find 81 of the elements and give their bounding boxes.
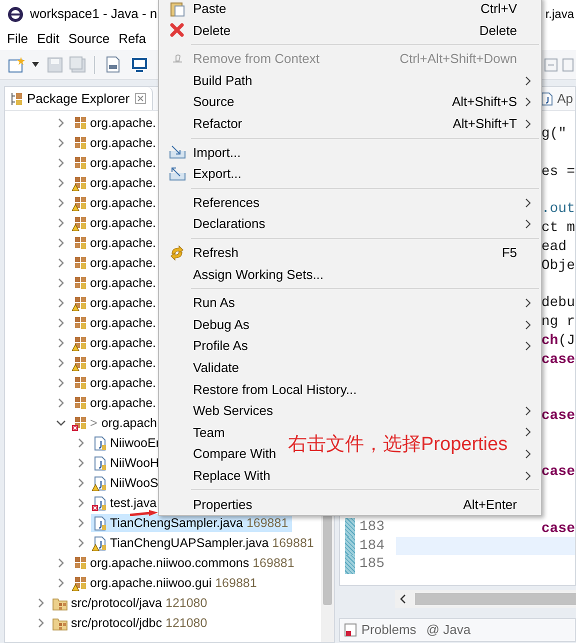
menu-item[interactable]: Refresh bbox=[193, 242, 239, 262]
tree-item[interactable]: org.apache. bbox=[71, 234, 160, 252]
tree-item[interactable]: org.apache. bbox=[71, 314, 160, 332]
tree-item[interactable]: org.apache. bbox=[71, 334, 160, 352]
tree-item[interactable]: org.apache.niiwoo.commons 169881 bbox=[71, 554, 298, 572]
shortcut-text: Alt+Shift+T bbox=[452, 115, 517, 134]
tree-item[interactable]: NiiwooEr bbox=[91, 434, 164, 452]
code-text: ct m bbox=[541, 220, 575, 236]
window-title: workspace1 - Java - n bbox=[30, 5, 158, 24]
tree-item[interactable]: org.apache. bbox=[71, 114, 160, 132]
menu-item[interactable]: Web Services bbox=[193, 401, 273, 421]
tree-item[interactable]: NiiWooH bbox=[91, 454, 164, 472]
shortcut-text: Delete bbox=[479, 22, 517, 40]
menu-item[interactable]: Edit bbox=[36, 29, 60, 49]
tree-item[interactable]: org.apache. bbox=[71, 194, 160, 212]
menu-item[interactable]: References bbox=[193, 192, 260, 212]
panel-tab[interactable]: Problems bbox=[344, 620, 416, 640]
tree-item[interactable]: src/protocol/jdbc 121080 bbox=[51, 614, 212, 632]
tree-item[interactable]: org.apache. bbox=[71, 214, 160, 232]
menu-item[interactable]: Refa bbox=[118, 29, 146, 49]
menu-item[interactable]: Assign Working Sets... bbox=[193, 264, 324, 284]
code-text: .out bbox=[541, 201, 575, 218]
menu-item[interactable]: Export... bbox=[193, 164, 242, 184]
menu-item[interactable]: Import... bbox=[193, 142, 241, 162]
tree-item[interactable]: org.apache. bbox=[71, 294, 160, 312]
window-title: r.java bbox=[545, 6, 575, 23]
menu-item[interactable]: Validate bbox=[193, 358, 240, 378]
code-text: g(" bbox=[541, 126, 567, 142]
menu-item[interactable]: Replace With bbox=[193, 466, 270, 486]
tree-item[interactable]: > org.apach bbox=[71, 414, 161, 432]
menu-item[interactable]: Declarations bbox=[193, 214, 266, 234]
code-text: es = bbox=[541, 164, 575, 180]
editor-tab[interactable]: Ap bbox=[535, 87, 575, 110]
tree-item[interactable]: org.apache. bbox=[71, 394, 160, 412]
code-text: ead bbox=[541, 238, 567, 255]
shortcut-text: Alt+Enter bbox=[463, 496, 517, 514]
line-number: 183 bbox=[359, 518, 385, 537]
tree-item[interactable]: org.apache. bbox=[71, 134, 160, 152]
tree-item[interactable]: TianChengUAPSampler.java 169881 bbox=[91, 534, 318, 552]
shortcut-text: F5 bbox=[502, 244, 517, 262]
shortcut-text: Ctrl+V bbox=[480, 0, 517, 18]
tree-item[interactable]: org.apache. bbox=[71, 254, 160, 272]
tree-item[interactable]: org.apache. bbox=[71, 174, 160, 192]
menu-item[interactable]: Compare With bbox=[193, 444, 276, 464]
line-number: 185 bbox=[359, 555, 385, 574]
code-text: case bbox=[541, 352, 575, 368]
tree-item[interactable]: org.apache.niiwoo.gui 169881 bbox=[71, 574, 261, 592]
menu-item[interactable]: Run As bbox=[193, 293, 235, 313]
tree-item[interactable]: org.apache. bbox=[71, 274, 160, 292]
menu-item[interactable]: Properties bbox=[193, 494, 252, 514]
menu-item[interactable]: Source bbox=[193, 92, 234, 112]
tree-item[interactable]: src/protocol/java 121080 bbox=[51, 594, 212, 612]
menu-item[interactable]: Source bbox=[68, 29, 110, 49]
menu-item[interactable]: File bbox=[7, 29, 28, 49]
code-text: case bbox=[541, 464, 575, 480]
tree-item[interactable]: org.apache. bbox=[71, 374, 160, 392]
menu-item[interactable]: Debug As bbox=[193, 314, 250, 334]
annotation-text: 右击文件，选择Properties bbox=[288, 433, 508, 457]
code-text: ng r bbox=[541, 314, 575, 330]
shortcut-text: Alt+Shift+S bbox=[452, 93, 517, 112]
tree-item[interactable]: org.apache. bbox=[71, 354, 160, 372]
menu-item[interactable]: Delete bbox=[193, 20, 231, 40]
code-text: ch(J bbox=[541, 332, 575, 349]
menu-item[interactable]: Restore from Local History... bbox=[193, 380, 357, 400]
menu-item[interactable]: Profile As bbox=[193, 336, 248, 356]
line-number: 184 bbox=[359, 536, 385, 556]
menu-item[interactable]: Refactor bbox=[193, 114, 242, 134]
code-text: debu bbox=[541, 295, 575, 312]
tree-item[interactable]: test.java bbox=[91, 494, 161, 512]
menu-item[interactable]: Build Path bbox=[193, 70, 252, 90]
menu-item[interactable]: Team bbox=[193, 422, 225, 442]
menu-item[interactable]: Paste bbox=[193, 0, 226, 19]
package-explorer-tab[interactable]: Package Explorer bbox=[5, 87, 153, 110]
tree-item[interactable]: NiiWooS bbox=[91, 474, 162, 492]
tab-title: Package Explorer bbox=[27, 90, 130, 108]
panel-tab[interactable]: @ Java bbox=[426, 620, 471, 640]
shortcut-text: Ctrl+Alt+Shift+Down bbox=[400, 50, 517, 68]
code-text: case bbox=[541, 408, 575, 424]
code-text: Obje bbox=[541, 258, 575, 274]
code-text: case bbox=[541, 520, 575, 537]
tree-item[interactable]: org.apache. bbox=[71, 154, 160, 172]
